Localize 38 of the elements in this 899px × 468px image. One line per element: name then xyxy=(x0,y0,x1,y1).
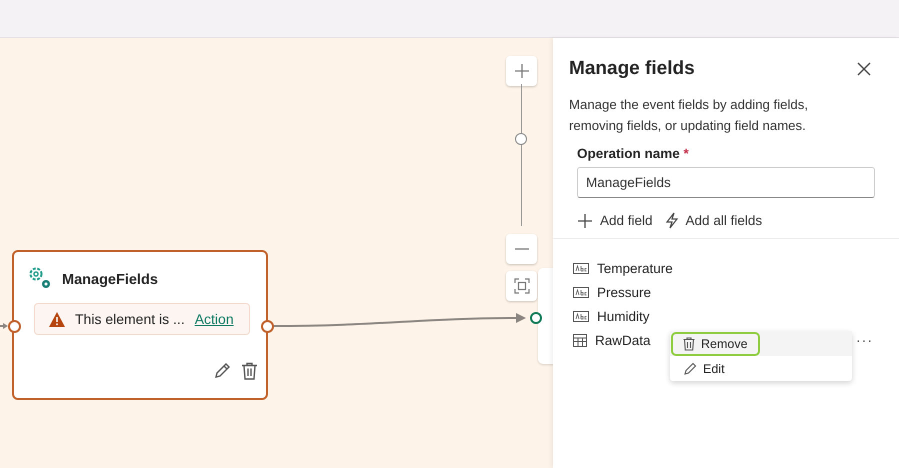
delete-icon[interactable] xyxy=(241,362,258,380)
field-name[interactable]: Pressure xyxy=(597,284,652,300)
field-name[interactable]: Humidity xyxy=(597,308,650,324)
panel-description: Manage the event fields by adding fields, removing fields, or updating field names. xyxy=(569,96,809,135)
text-type-icon xyxy=(573,262,589,274)
edit-icon[interactable] xyxy=(213,362,231,380)
port[interactable] xyxy=(261,320,274,333)
field-name[interactable]: RawData xyxy=(595,332,651,348)
add-all-fields-button[interactable]: Add all fields xyxy=(664,212,762,229)
warning-icon xyxy=(49,312,65,326)
more-button[interactable]: ··· xyxy=(856,332,873,348)
text-type-icon xyxy=(573,286,589,298)
connector-arrow xyxy=(0,323,8,329)
action-link[interactable]: Action xyxy=(194,311,234,327)
add-field-button[interactable]: Add field xyxy=(577,212,653,229)
plus-icon xyxy=(577,212,593,228)
remove-menu-item[interactable]: Remove xyxy=(670,331,852,356)
gears-icon xyxy=(27,265,53,291)
zoom-in-button[interactable] xyxy=(506,56,537,86)
pencil-icon xyxy=(684,362,697,375)
port[interactable] xyxy=(8,320,21,333)
trash-icon xyxy=(683,336,695,350)
panel-title: Manage fields xyxy=(569,58,695,80)
node-card[interactable]: ManageFields This element is ... Action xyxy=(12,250,268,400)
node-title: ManageFields xyxy=(62,272,158,288)
edit-menu-item[interactable]: Edit xyxy=(670,356,852,381)
close-icon[interactable] xyxy=(857,62,871,76)
text-type-icon xyxy=(573,310,589,322)
operation-name-field[interactable]: ManageFields xyxy=(577,167,875,198)
port[interactable] xyxy=(530,312,542,324)
warning-text: This element is ... xyxy=(75,311,185,327)
plus-icon xyxy=(514,64,528,78)
fit-view-button[interactable] xyxy=(506,271,537,301)
field-name[interactable]: Temperature xyxy=(597,260,673,276)
fit-view-icon xyxy=(514,278,530,294)
field-label: Operation name * xyxy=(577,146,690,161)
table-icon xyxy=(573,334,587,346)
lightning-icon xyxy=(664,212,679,229)
